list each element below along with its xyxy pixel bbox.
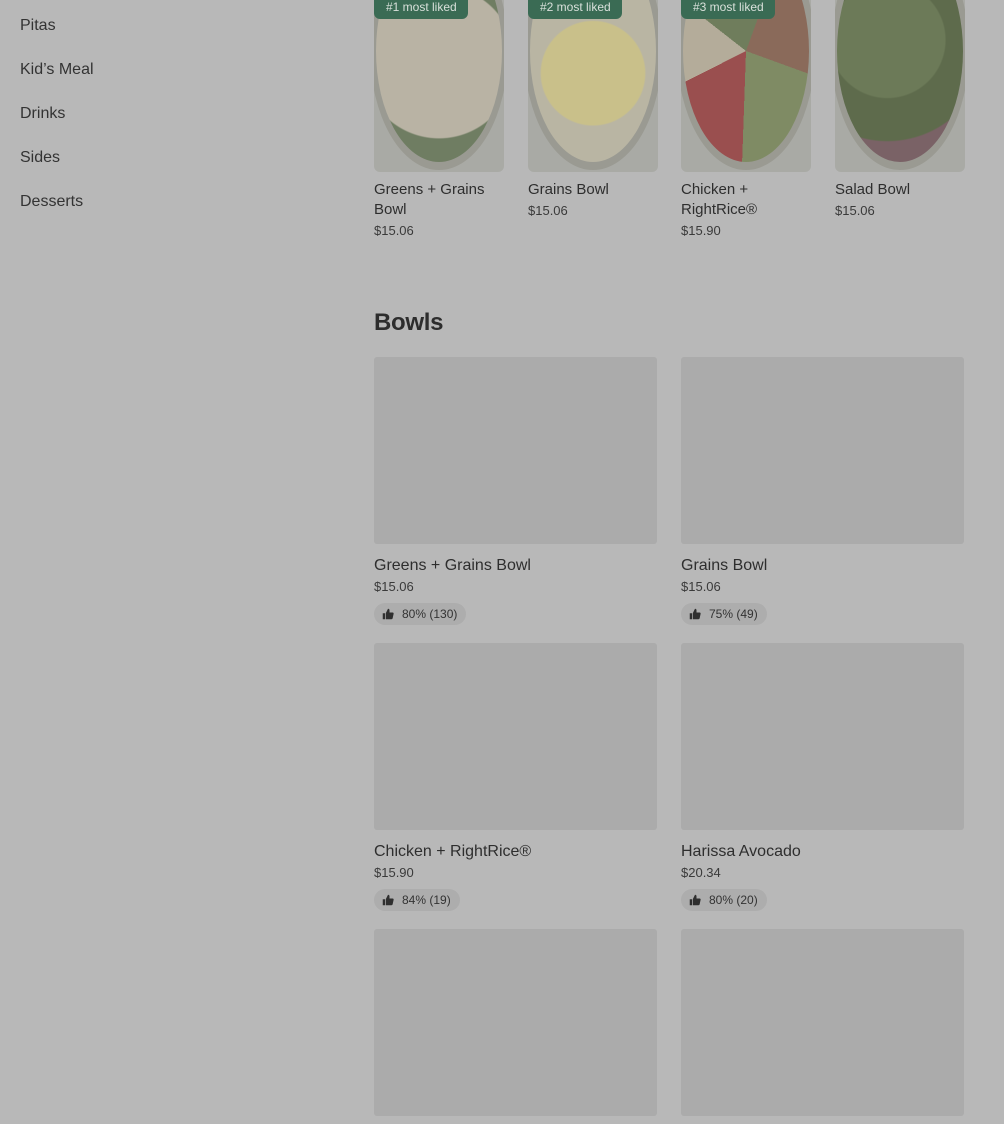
- food-photo-salad: [835, 0, 965, 172]
- rating-text: 80% (20): [709, 893, 758, 907]
- most-liked-carousel: #1 most liked Greens + Grains Bowl $15.0…: [374, 0, 974, 260]
- menu-item-card[interactable]: Greens + Grains Bowl $15.06 80% (130): [374, 357, 657, 625]
- menu-item-card[interactable]: [681, 929, 964, 1116]
- item-image-placeholder: [681, 643, 964, 830]
- featured-item-name: Salad Bowl: [835, 181, 911, 198]
- food-photo-grains: #2 most liked: [528, 0, 658, 172]
- sidebar-item-desserts[interactable]: Desserts: [20, 192, 83, 212]
- sidebar-item-drinks[interactable]: Drinks: [20, 104, 65, 124]
- rating-badge: 80% (130): [374, 603, 467, 625]
- featured-item-price: $15.90: [681, 223, 721, 238]
- item-image-placeholder: [681, 929, 964, 1116]
- item-price: $15.90: [374, 865, 414, 880]
- item-name: Harissa Avocado: [681, 843, 801, 860]
- menu-item-card[interactable]: Harissa Avocado $20.34 80% (20): [681, 643, 964, 911]
- most-liked-badge: #1 most liked: [374, 0, 468, 19]
- item-price: $15.06: [374, 579, 414, 594]
- item-image-placeholder: [374, 929, 657, 1116]
- item-image-placeholder: [681, 357, 964, 544]
- sidebar-item-sides[interactable]: Sides: [20, 148, 60, 168]
- rating-text: 80% (130): [402, 607, 458, 621]
- item-name: Chicken + RightRice®: [374, 843, 532, 860]
- thumbs-up-icon: [689, 894, 701, 906]
- featured-item-card[interactable]: #3 most liked Chicken + RightRice® $15.9…: [681, 0, 811, 238]
- food-photo-chicken-rightrice: #3 most liked: [681, 0, 811, 172]
- item-name: Grains Bowl: [681, 557, 768, 574]
- item-price: $15.06: [681, 579, 721, 594]
- featured-item-name: Greens + Grains Bowl: [374, 181, 485, 218]
- featured-item-name: Chicken + RightRice®: [681, 181, 758, 218]
- rating-badge: 80% (20): [681, 889, 767, 911]
- food-photo-greens-grains: #1 most liked: [374, 0, 504, 172]
- item-image-placeholder: [374, 357, 657, 544]
- sidebar-item-kids-meal[interactable]: Kid’s Meal: [20, 60, 94, 80]
- most-liked-badge: #2 most liked: [528, 0, 622, 19]
- menu-item-card[interactable]: Grains Bowl $15.06 75% (49): [681, 357, 964, 625]
- section-title-bowls: Bowls: [374, 309, 444, 336]
- rating-text: 75% (49): [709, 607, 758, 621]
- sidebar-item-pitas[interactable]: Pitas: [20, 16, 56, 36]
- featured-item-card[interactable]: Salad Bowl $15.06: [835, 0, 965, 218]
- item-name: Greens + Grains Bowl: [374, 557, 531, 574]
- featured-item-price: $15.06: [374, 223, 414, 238]
- featured-item-price: $15.06: [835, 203, 875, 218]
- featured-item-name: Grains Bowl: [528, 181, 609, 198]
- thumbs-up-icon: [689, 608, 701, 620]
- rating-badge: 84% (19): [374, 889, 460, 911]
- featured-item-card[interactable]: #2 most liked Grains Bowl $15.06: [528, 0, 658, 218]
- featured-item-card[interactable]: #1 most liked Greens + Grains Bowl $15.0…: [374, 0, 504, 238]
- thumbs-up-icon: [382, 894, 394, 906]
- menu-item-card[interactable]: Chicken + RightRice® $15.90 84% (19): [374, 643, 657, 911]
- item-image-placeholder: [374, 643, 657, 830]
- thumbs-up-icon: [382, 608, 394, 620]
- rating-text: 84% (19): [402, 893, 451, 907]
- most-liked-badge: #3 most liked: [681, 0, 775, 19]
- menu-item-card[interactable]: [374, 929, 657, 1116]
- featured-item-price: $15.06: [528, 203, 568, 218]
- item-price: $20.34: [681, 865, 721, 880]
- rating-badge: 75% (49): [681, 603, 767, 625]
